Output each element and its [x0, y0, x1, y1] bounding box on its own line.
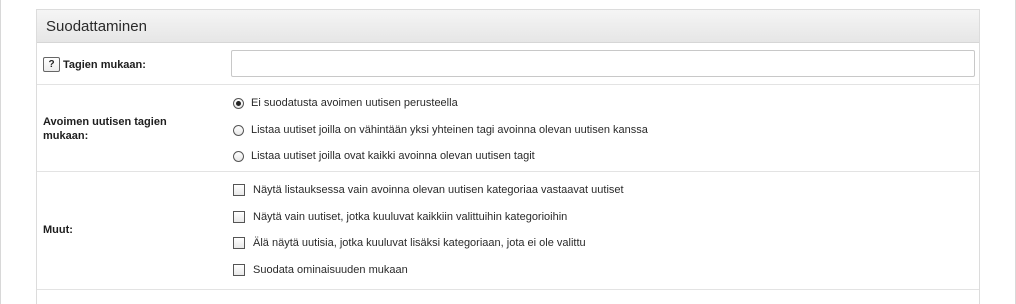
radio-option-label: Listaa uutiset joilla on vähintään yksi …: [251, 124, 648, 136]
radio-option-label: Listaa uutiset joilla ovat kaikki avoinn…: [251, 150, 535, 162]
radio-option-all-tags[interactable]: Listaa uutiset joilla ovat kaikki avoinn…: [233, 149, 535, 163]
checkbox-option-exclude-unselected[interactable]: Älä näytä uutisia, jotka kuuluvat lisäks…: [233, 236, 586, 250]
help-icon[interactable]: ?: [43, 57, 60, 72]
panel-title: Suodattaminen: [37, 10, 979, 43]
radio-button-checked[interactable]: [233, 97, 244, 109]
tags-filter-label: Tagien mukaan:: [63, 58, 146, 71]
checkbox-option-category-match[interactable]: Näytä listauksessa vain avoinna olevan u…: [233, 183, 624, 197]
tags-filter-label-group: ? Tagien mukaan:: [43, 57, 146, 72]
open-news-filter-label: Avoimen uutisen tagien mukaan:: [43, 116, 167, 142]
checkbox-option-label: Suodata ominaisuuden mukaan: [253, 264, 408, 276]
next-row: [37, 290, 979, 304]
tags-filter-row: ? Tagien mukaan:: [37, 43, 979, 85]
filter-panel: Suodattaminen ? Tagien mukaan: Avoimen u…: [36, 9, 980, 304]
radio-option-one-common-tag[interactable]: Listaa uutiset joilla on vähintään yksi …: [233, 123, 648, 137]
misc-filter-label: Muut:: [43, 224, 73, 236]
checkbox-option-label: Näytä vain uutiset, jotka kuuluvat kaikk…: [253, 211, 568, 223]
tags-input[interactable]: [231, 50, 975, 77]
checkbox-option-filter-by-property[interactable]: Suodata ominaisuuden mukaan: [233, 263, 408, 277]
radio-option-label: Ei suodatusta avoimen uutisen perusteell…: [251, 97, 458, 109]
checkbox[interactable]: [233, 237, 245, 249]
checkbox[interactable]: [233, 184, 245, 196]
radio-button[interactable]: [233, 150, 244, 162]
radio-button[interactable]: [233, 124, 244, 136]
checkbox-option-label: Näytä listauksessa vain avoinna olevan u…: [253, 184, 624, 196]
checkbox-option-label: Älä näytä uutisia, jotka kuuluvat lisäks…: [253, 237, 586, 249]
page: Suodattaminen ? Tagien mukaan: Avoimen u…: [0, 0, 1016, 304]
checkbox-option-all-categories[interactable]: Näytä vain uutiset, jotka kuuluvat kaikk…: [233, 210, 567, 224]
misc-filter-row: Muut: Näytä listauksessa vain avoinna ol…: [37, 172, 979, 290]
radio-option-no-filter[interactable]: Ei suodatusta avoimen uutisen perusteell…: [233, 96, 458, 110]
checkbox[interactable]: [233, 211, 245, 223]
checkbox[interactable]: [233, 264, 245, 276]
open-news-filter-row: Avoimen uutisen tagien mukaan: Ei suodat…: [37, 85, 979, 172]
